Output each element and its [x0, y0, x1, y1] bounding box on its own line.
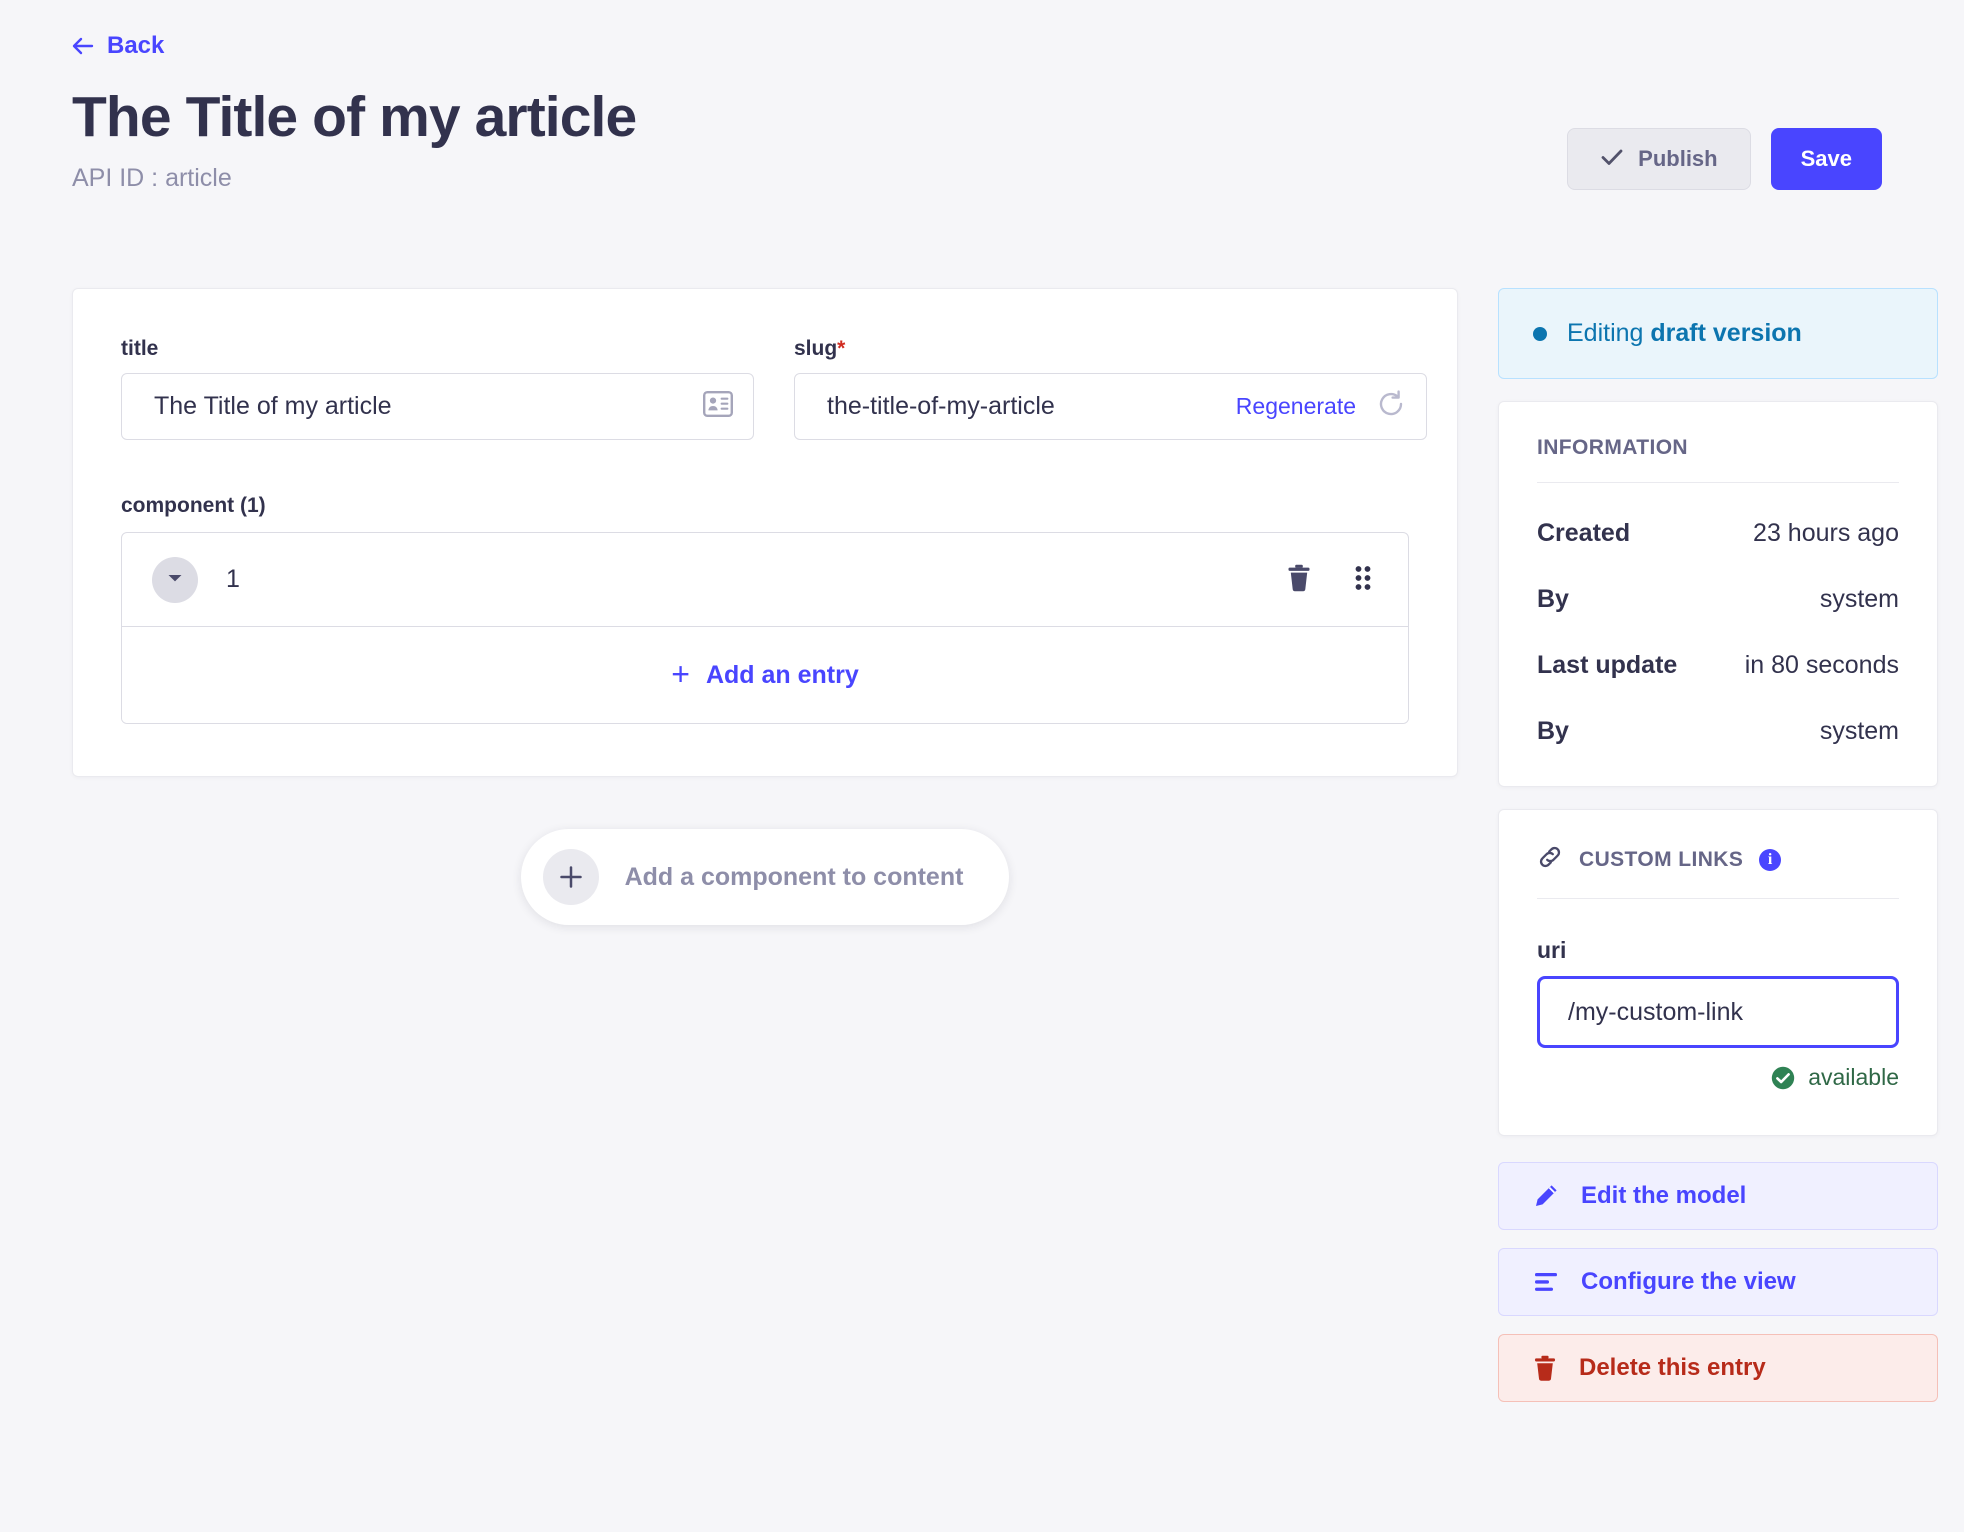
- title-label: title: [121, 337, 159, 360]
- entry-form-card: title The Title of my article slug* the-…: [72, 288, 1458, 777]
- table-row[interactable]: 1: [122, 533, 1408, 627]
- plus-circle-icon: [542, 849, 599, 905]
- information-card: INFORMATION Created 23 hours ago By syst…: [1498, 401, 1938, 787]
- save-button[interactable]: Save: [1770, 128, 1882, 190]
- availability-status: available: [1537, 1064, 1899, 1091]
- custom-links-heading: CUSTOM LINKS i: [1537, 844, 1899, 899]
- list-item: By system: [1537, 585, 1899, 614]
- draft-banner-text: Editing draft version: [1567, 319, 1802, 348]
- information-heading: INFORMATION: [1537, 436, 1899, 483]
- api-id-label: API ID : article: [72, 163, 232, 192]
- info-key: By: [1537, 717, 1569, 745]
- uri-input[interactable]: [1537, 976, 1899, 1048]
- delete-this-entry-button[interactable]: Delete this entry: [1498, 1334, 1938, 1402]
- title-input-wrap[interactable]: [121, 373, 754, 440]
- draft-prefix: Editing: [1567, 319, 1651, 347]
- configure-the-view-label: Configure the view: [1581, 1268, 1796, 1295]
- pencil-icon: [1533, 1183, 1559, 1209]
- page-header: Back The Title of my article API ID : ar…: [0, 0, 1964, 193]
- information-heading-label: INFORMATION: [1537, 436, 1688, 459]
- configure-the-view-button[interactable]: Configure the view: [1498, 1248, 1938, 1316]
- check-circle-icon: [1770, 1065, 1796, 1091]
- field-title: title: [121, 337, 754, 440]
- info-value: 23 hours ago: [1753, 519, 1899, 547]
- header-title-row: The Title of my article API ID : article…: [72, 82, 1908, 193]
- drag-handle-icon: [1352, 563, 1374, 596]
- title-block: The Title of my article API ID : article: [72, 82, 637, 193]
- delete-this-entry-label: Delete this entry: [1579, 1354, 1766, 1381]
- info-key: By: [1537, 585, 1569, 613]
- plus-icon: +: [671, 656, 690, 692]
- delete-component-button[interactable]: [1286, 564, 1312, 595]
- info-value: in 80 seconds: [1744, 651, 1899, 679]
- sidebar-actions: Edit the model Configure the view Delete…: [1498, 1162, 1938, 1402]
- component-label: component (1): [121, 494, 266, 517]
- custom-links-card: CUSTOM LINKS i uri available: [1498, 809, 1938, 1136]
- slug-input-wrap[interactable]: Regenerate: [794, 373, 1427, 440]
- drag-handle-button[interactable]: [1352, 563, 1374, 596]
- chevron-down-icon: [166, 572, 184, 587]
- draft-version-banner: Editing draft version: [1498, 288, 1938, 379]
- uri-label: uri: [1537, 937, 1567, 963]
- page-title: The Title of my article: [72, 85, 637, 149]
- regenerate-link[interactable]: Regenerate: [1236, 393, 1356, 420]
- info-key: Created: [1537, 519, 1631, 547]
- back-link[interactable]: Back: [72, 34, 164, 58]
- list-item: By system: [1537, 717, 1899, 746]
- component-index-label: 1: [226, 565, 240, 593]
- info-key: Last update: [1537, 651, 1678, 679]
- field-grid: title The Title of my article slug* the-…: [121, 337, 1427, 440]
- sidebar: Editing draft version INFORMATION Create…: [1498, 288, 1938, 1402]
- info-value: system: [1819, 717, 1899, 745]
- add-entry-label-wrap: + Add an entry: [671, 656, 859, 692]
- add-component-label: Add a component to content: [624, 862, 964, 891]
- title-input[interactable]: [154, 392, 693, 421]
- layout-list-icon: [1533, 1270, 1559, 1294]
- check-icon: [1600, 147, 1624, 171]
- add-component-button[interactable]: Add a component to content: [520, 829, 1010, 925]
- back-label: Back: [107, 32, 165, 59]
- link-icon: [1537, 844, 1563, 876]
- slug-input[interactable]: [827, 392, 1236, 421]
- availability-label: available: [1808, 1064, 1899, 1090]
- info-icon[interactable]: i: [1759, 849, 1782, 871]
- trash-icon: [1286, 564, 1312, 595]
- status-dot-icon: [1533, 326, 1547, 341]
- refresh-icon[interactable]: [1376, 389, 1406, 424]
- add-component-wrap: Add a component to content: [72, 829, 1458, 925]
- slug-label: slug*: [794, 337, 1427, 361]
- slug-label-text: slug: [794, 337, 838, 360]
- id-card-icon: [703, 391, 734, 422]
- repeatable-component-list: 1 + Add an entry: [121, 532, 1409, 724]
- entry-editor-page: Back The Title of my article API ID : ar…: [0, 0, 1964, 1532]
- content-body: title The Title of my article slug* the-…: [0, 288, 1964, 1402]
- trash-icon: [1533, 1355, 1557, 1381]
- publish-label: Publish: [1638, 146, 1718, 171]
- edit-the-model-label: Edit the model: [1581, 1182, 1747, 1209]
- custom-links-heading-label: CUSTOM LINKS: [1579, 848, 1744, 871]
- collapse-toggle-button[interactable]: [152, 556, 198, 603]
- info-value: system: [1819, 585, 1899, 613]
- component-section: component (1) 1 + Add an entry: [121, 494, 1409, 724]
- list-item: Created 23 hours ago: [1537, 519, 1899, 548]
- save-label: Save: [1800, 146, 1852, 171]
- draft-emphasis: draft version: [1650, 319, 1802, 347]
- arrow-left-icon: [72, 37, 94, 55]
- required-marker: *: [837, 337, 846, 360]
- field-slug: slug* Regenerate: [794, 337, 1427, 440]
- list-item: Last update in 80 seconds: [1537, 651, 1899, 680]
- information-rows: Created 23 hours ago By system Last upda…: [1537, 519, 1899, 746]
- add-entry-button[interactable]: + Add an entry: [122, 627, 1408, 723]
- main-column: title The Title of my article slug* the-…: [72, 288, 1458, 925]
- add-entry-label: Add an entry: [705, 660, 859, 689]
- row-actions: [1286, 563, 1374, 596]
- header-actions: Publish Save: [1567, 82, 1908, 190]
- edit-the-model-button[interactable]: Edit the model: [1498, 1162, 1938, 1230]
- publish-button[interactable]: Publish: [1567, 128, 1751, 190]
